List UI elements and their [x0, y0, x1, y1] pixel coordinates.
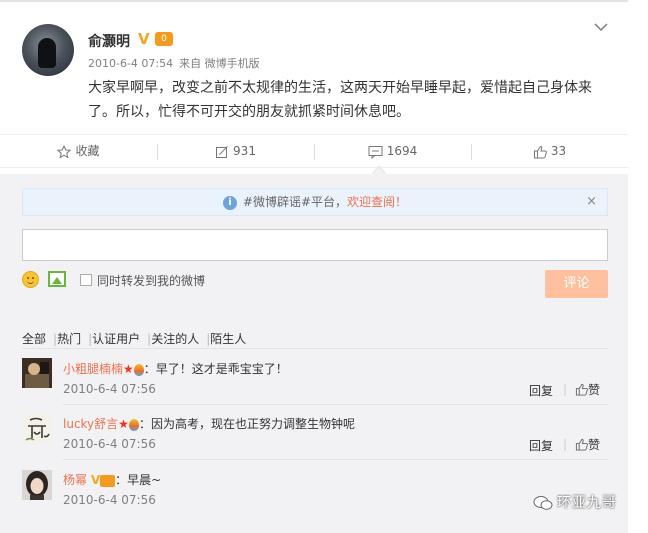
verified-badge[interactable]: V — [91, 473, 100, 487]
image-icon[interactable] — [48, 271, 66, 287]
commenter-avatar[interactable] — [22, 470, 52, 500]
commenter-avatar-image — [22, 470, 52, 500]
filter-verified[interactable]: 认证用户 — [92, 332, 140, 346]
notice-text: #微博辟谣#平台， — [242, 195, 348, 209]
comment-time: 2010-6-4 07:56 — [63, 382, 156, 396]
emoji-icon[interactable] — [22, 271, 39, 288]
comment-line: 小粗腿楠楠★ ：早了！这才是乖宝宝了！ — [63, 360, 288, 377]
filter-all[interactable]: 全部 — [22, 332, 46, 346]
comment-divider — [63, 404, 608, 405]
comment-like-button[interactable]: 赞 — [575, 381, 600, 398]
filter-following[interactable]: 关注的人 — [151, 332, 199, 346]
comment-icon — [368, 145, 383, 159]
watermark-text: 环亚九哥 — [557, 495, 617, 511]
top-divider — [0, 0, 628, 2]
repost-checkbox-label[interactable]: 同时转发到我的微博 — [97, 272, 205, 289]
star-badge-icon[interactable]: ★ — [118, 417, 129, 431]
thumbs-up-icon — [533, 145, 547, 158]
action-bar: 收藏 931 1694 33 — [0, 134, 628, 168]
comment-text: ：早了！这才是乖宝宝了！ — [143, 362, 288, 376]
reply-button[interactable]: 回复 — [529, 437, 553, 454]
commenter-avatar[interactable] — [22, 358, 52, 388]
reply-button[interactable]: 回复 — [529, 382, 553, 399]
commenter-avatar[interactable] — [22, 414, 52, 444]
favorite-button[interactable]: 收藏 — [0, 135, 157, 169]
commenter-avatar-image — [22, 358, 52, 388]
balloon-badge-icon[interactable] — [133, 363, 144, 376]
post-meta: 2010-6-4 07:54 来自 微博手机版 — [88, 55, 266, 71]
comment-text: ：早晨~ — [115, 473, 162, 487]
filter-strangers[interactable]: 陌生人 — [210, 332, 246, 346]
repost-icon — [216, 145, 228, 158]
member-crown-icon[interactable]: 0 — [155, 32, 173, 46]
comment-like-label: 赞 — [588, 383, 601, 397]
info-icon: i — [222, 195, 237, 210]
post-source[interactable]: 来自 微博手机版 — [179, 57, 260, 70]
comment-divider — [63, 459, 608, 460]
filter-divider — [22, 348, 608, 349]
commenter-name[interactable]: 小粗腿楠楠 — [63, 362, 123, 376]
favorite-label: 收藏 — [75, 144, 100, 158]
author-avatar[interactable] — [22, 24, 74, 76]
like-button[interactable]: 33 — [471, 135, 628, 169]
comment-button[interactable]: 1694 — [314, 135, 471, 169]
thumbs-up-icon — [575, 383, 588, 396]
watermark: 环亚九哥 — [533, 492, 617, 512]
filter-hot[interactable]: 热门 — [57, 332, 81, 346]
reply-like-separator: | — [563, 437, 568, 451]
comment-text: ：因为高考，现在也正努力调整生物钟呢 — [138, 417, 355, 431]
submit-comment-button[interactable]: 评论 — [545, 270, 608, 298]
comment-line: lucky舒言★ ：因为高考，现在也正努力调整生物钟呢 — [63, 415, 355, 432]
notice-link[interactable]: 欢迎查阅！ — [347, 195, 407, 209]
verified-badge[interactable]: V — [138, 30, 150, 48]
commenter-name[interactable]: 杨幂 — [63, 473, 87, 487]
reply-like-separator: | — [563, 382, 568, 396]
rumor-notice-banner: i #微博辟谣#平台，欢迎查阅！ × — [22, 188, 608, 216]
commenter-name[interactable]: lucky舒言 — [63, 417, 118, 431]
repost-button[interactable]: 931 — [157, 135, 314, 169]
post-time[interactable]: 2010-6-4 07:54 — [88, 57, 173, 70]
comment-time: 2010-6-4 07:56 — [63, 437, 156, 451]
comment-time: 2010-6-4 07:56 — [63, 493, 156, 507]
comment-line: 杨幂 V ：早晨~ — [63, 471, 161, 488]
thumbs-up-icon — [575, 438, 588, 451]
star-badge-icon[interactable]: ★ — [123, 362, 134, 376]
post-text: 大家早啊早，改变之前不太规律的生活，这两天开始早睡早起，爱惜起自己身体来了。所以… — [88, 80, 592, 120]
balloon-badge-icon[interactable] — [128, 418, 139, 431]
member-crown-icon[interactable] — [100, 474, 116, 487]
wechat-icon — [533, 496, 553, 510]
comment-input[interactable] — [22, 229, 608, 261]
weibo-post-card: 俞灏明 V 0 2010-6-4 07:54 来自 微博手机版 大家早啊早，改变之… — [0, 0, 628, 533]
comment-filter-bar: 全部 |热门 |认证用户 |关注的人 |陌生人 — [22, 330, 246, 347]
chevron-down-icon[interactable] — [594, 22, 608, 32]
repost-count: 931 — [233, 144, 256, 158]
close-icon[interactable]: × — [586, 189, 597, 215]
comment-pointer — [372, 165, 386, 174]
commenter-avatar-image — [22, 414, 52, 444]
author-name[interactable]: 俞灏明 — [88, 31, 130, 51]
repost-checkbox[interactable] — [80, 274, 92, 286]
comment-count: 1694 — [386, 144, 418, 158]
like-count: 33 — [550, 144, 567, 158]
comment-like-label: 赞 — [588, 438, 601, 452]
star-outline-icon — [57, 144, 72, 159]
comment-like-button[interactable]: 赞 — [575, 436, 600, 453]
